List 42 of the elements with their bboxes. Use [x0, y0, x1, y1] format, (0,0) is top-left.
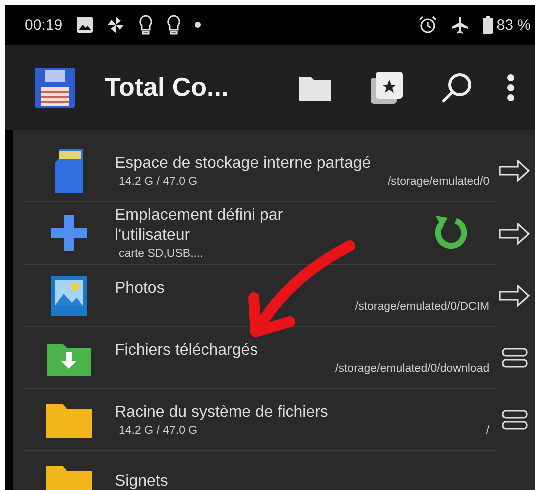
- folder-icon: [46, 464, 92, 490]
- image-icon: [51, 276, 87, 316]
- location-title: Espace de stockage interne partagé: [115, 154, 372, 174]
- app-title: Total Co...: [105, 72, 230, 103]
- lightbulb-icon: [166, 15, 181, 35]
- location-title: Racine du système de fichiers: [115, 402, 330, 422]
- location-size: 14.2 G / 47.0 G: [118, 176, 198, 188]
- battery-icon: [482, 16, 493, 34]
- stacked-bars-icon: [502, 347, 528, 369]
- location-title: Photos: [115, 278, 166, 298]
- location-title: Signets: [115, 472, 170, 490]
- location-title: Fichiers téléchargés: [115, 340, 260, 360]
- dot-icon: [194, 22, 201, 28]
- location-item[interactable]: Emplacement défini par l'utilisateur carte SD,USB,...: [23, 202, 496, 265]
- alarm-clock-icon: [418, 16, 437, 34]
- stacked-bars-icon: [502, 409, 528, 431]
- plus-icon: [51, 215, 87, 251]
- location-title: Emplacement défini par l'utilisateur: [115, 206, 284, 246]
- folder-icon: [46, 402, 92, 438]
- location-size: carte SD,USB,...: [118, 248, 204, 260]
- location-item[interactable]: Photos /storage/emulated/0/DCIM: [23, 265, 496, 327]
- lightbulb-icon: [138, 15, 153, 35]
- location-path: /storage/emulated/0/download: [336, 362, 490, 374]
- clock-time: 00:19: [25, 16, 63, 34]
- sd-card-icon: [55, 148, 83, 192]
- location-item[interactable]: Racine du système de fichiers 14.2 G / 47.0 G /: [23, 389, 496, 451]
- arrow-icon: [499, 222, 532, 244]
- location-path: /storage/emulated/0: [388, 176, 490, 188]
- location-path: /: [486, 424, 490, 436]
- arrow-icon: [499, 160, 532, 182]
- location-item[interactable]: Espace de stockage interne partagé 14.2 G / 47.0 G /storage/emulated/0: [23, 140, 496, 202]
- refresh-icon[interactable]: [434, 214, 468, 252]
- location-item[interactable]: Fichiers téléchargés /storage/emulated/0/download: [23, 327, 496, 389]
- battery-percentage: 83 %: [496, 16, 531, 34]
- location-size: 14.2 G / 47.0 G: [118, 424, 198, 436]
- pinwheel-icon: [106, 16, 125, 34]
- more-options-icon: [507, 74, 515, 102]
- arrow-icon: [499, 285, 532, 307]
- image-icon: [76, 17, 93, 33]
- location-item[interactable]: Signets: [23, 451, 496, 490]
- location-path: /storage/emulated/0/DCIM: [355, 300, 490, 312]
- airplane-icon: [450, 16, 469, 34]
